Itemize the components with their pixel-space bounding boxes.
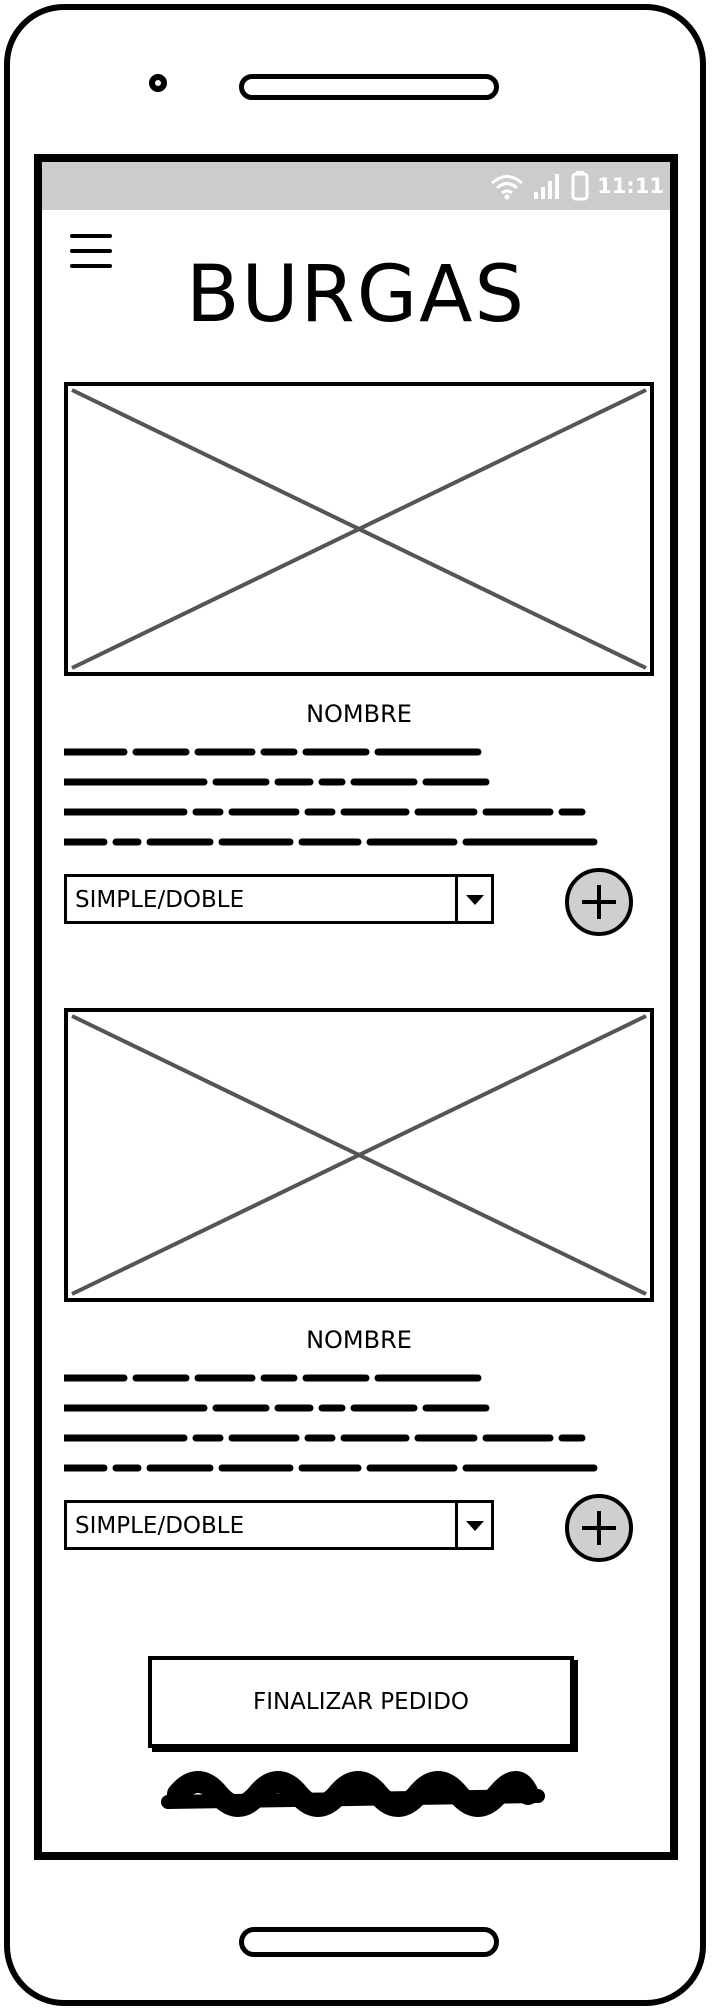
camera-icon xyxy=(149,74,167,92)
add-to-order-button[interactable] xyxy=(565,1494,633,1562)
app-screen: 11:11 BURGAS NOMBRE SIMPLE/DOBLE NOMBRE … xyxy=(34,154,678,1860)
product-description-placeholder xyxy=(64,1368,654,1480)
wifi-icon xyxy=(491,175,524,200)
chevron-down-icon[interactable] xyxy=(455,877,491,921)
page-title: BURGAS xyxy=(185,250,527,340)
variant-select-value: SIMPLE/DOBLE xyxy=(75,1513,245,1539)
product-name: NOMBRE xyxy=(306,1326,412,1354)
finish-order-button[interactable]: FINALIZAR PEDIDO xyxy=(148,1656,574,1748)
footer-scribble-placeholder xyxy=(161,1771,545,1817)
product-card: NOMBRE SIMPLE/DOBLE xyxy=(64,1008,654,1572)
product-description-placeholder xyxy=(64,742,654,854)
variant-select[interactable]: SIMPLE/DOBLE xyxy=(64,1500,494,1550)
battery-icon xyxy=(571,171,589,201)
earpiece-speaker xyxy=(239,74,499,100)
product-card: NOMBRE SIMPLE/DOBLE xyxy=(64,382,654,946)
variant-select-value: SIMPLE/DOBLE xyxy=(75,887,245,913)
status-bar: 11:11 xyxy=(42,162,670,210)
signal-icon xyxy=(534,174,560,199)
add-to-order-button[interactable] xyxy=(565,868,633,936)
variant-select[interactable]: SIMPLE/DOBLE xyxy=(64,874,494,924)
product-image-placeholder xyxy=(64,382,654,676)
status-time: 11:11 xyxy=(597,174,664,198)
home-button[interactable] xyxy=(239,1927,499,1957)
product-name: NOMBRE xyxy=(306,700,412,728)
chevron-down-icon[interactable] xyxy=(455,1503,491,1547)
product-image-placeholder xyxy=(64,1008,654,1302)
